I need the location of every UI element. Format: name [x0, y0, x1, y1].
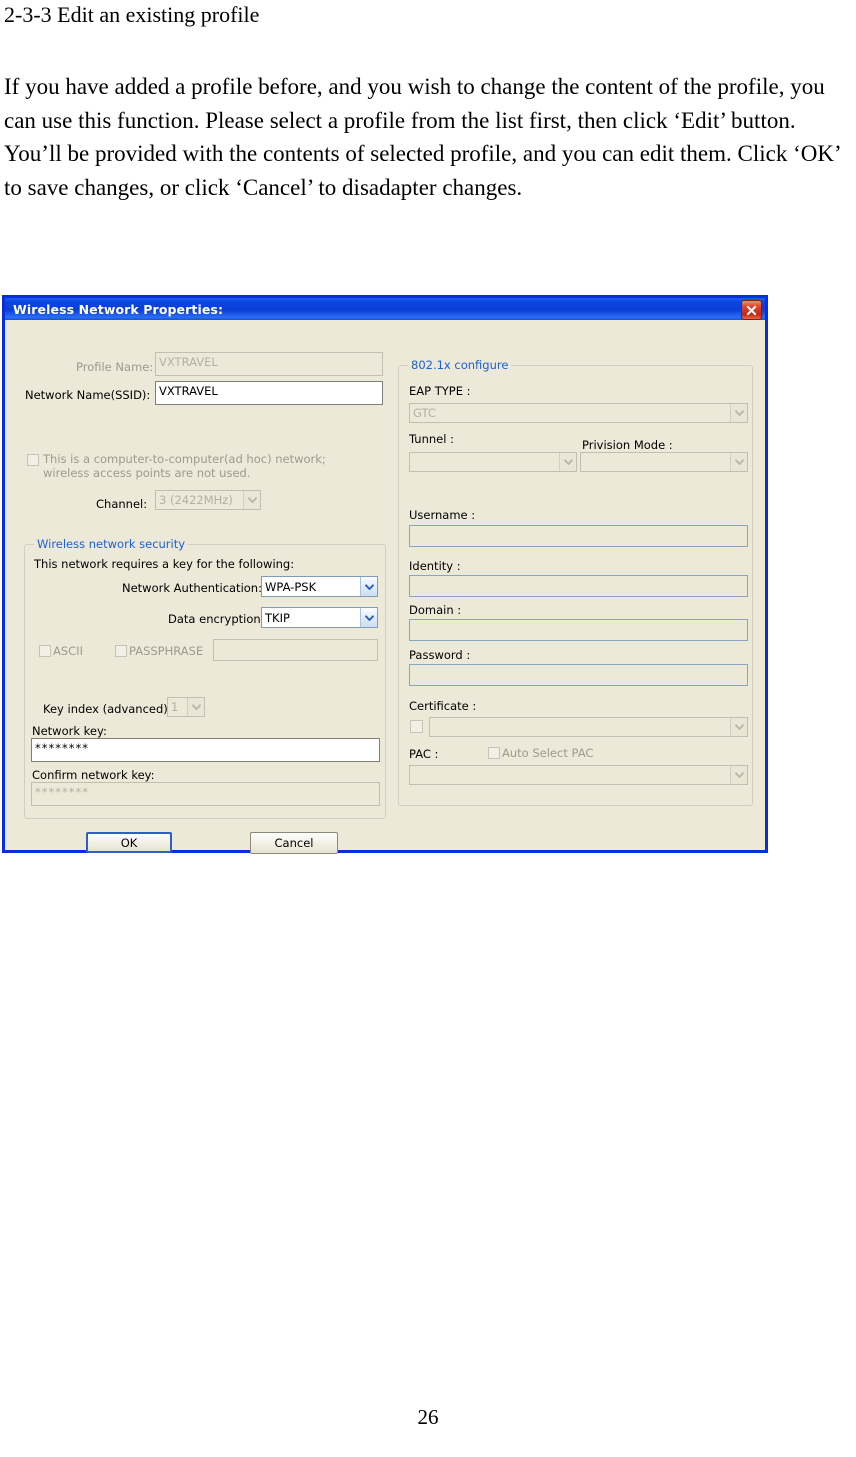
wireless-network-security-title: Wireless network security: [34, 537, 189, 551]
chevron-down-icon: [559, 453, 576, 471]
pac-combobox: [409, 765, 748, 785]
network-authentication-combobox[interactable]: WPA-PSK: [261, 576, 378, 597]
cancel-button[interactable]: Cancel: [250, 832, 338, 854]
channel-combobox: 3 (2422MHz): [155, 490, 261, 510]
provision-mode-combobox: [580, 452, 748, 472]
security-intro-text: This network requires a key for the foll…: [34, 557, 295, 571]
chevron-down-icon: [730, 766, 747, 784]
identity-label: Identity :: [409, 559, 461, 573]
dialog-title: Wireless Network Properties:: [13, 301, 224, 317]
adhoc-label: This is a computer-to-computer(ad hoc) n…: [43, 452, 326, 480]
network-authentication-label: Network Authentication:: [122, 581, 262, 595]
chevron-down-icon: [187, 698, 204, 716]
section-paragraph: If you have added a profile before, and …: [4, 74, 840, 200]
profile-name-field: VXTRAVEL: [155, 352, 383, 376]
dialog-body: Profile Name: VXTRAVEL Network Name(SSID…: [5, 320, 765, 854]
username-input[interactable]: [409, 525, 748, 547]
pac-label: PAC :: [409, 747, 439, 761]
tunnel-combobox: [409, 452, 577, 472]
chevron-down-icon[interactable]: [360, 608, 377, 627]
ssid-input[interactable]: VXTRAVEL: [155, 381, 383, 405]
passphrase-input: [213, 639, 378, 661]
password-input[interactable]: [409, 664, 748, 686]
network-key-label: Network key:: [32, 724, 107, 738]
eap-type-value: GTC: [413, 406, 436, 420]
key-index-label: Key index (advanced):: [43, 702, 172, 716]
chevron-down-icon: [730, 453, 747, 471]
passphrase-label: PASSPHRASE: [129, 644, 204, 658]
domain-input[interactable]: [409, 619, 748, 641]
dialog-titlebar[interactable]: Wireless Network Properties:: [2, 295, 768, 320]
tunnel-label: Tunnel :: [409, 432, 454, 446]
certificate-label: Certificate :: [409, 699, 477, 713]
provision-mode-label: Privision Mode :: [582, 438, 673, 452]
data-encryption-combobox[interactable]: TKIP: [261, 607, 378, 628]
channel-value: 3 (2422MHz): [159, 493, 233, 507]
username-label: Username :: [409, 508, 476, 522]
section-heading: 2-3-3 Edit an existing profile: [4, 2, 260, 27]
key-index-combobox: 1: [167, 697, 205, 717]
certificate-combobox: [429, 717, 748, 737]
ok-button[interactable]: OK: [86, 832, 172, 853]
adhoc-checkbox: [27, 454, 39, 466]
page-number: 26: [417, 1405, 439, 1429]
profile-name-label: Profile Name:: [76, 360, 154, 374]
key-index-value: 1: [171, 700, 179, 714]
close-icon[interactable]: [741, 300, 762, 320]
chevron-down-icon: [730, 718, 747, 736]
ssid-label: Network Name(SSID):: [25, 388, 151, 402]
channel-label: Channel:: [96, 497, 148, 511]
password-label: Password :: [409, 648, 471, 662]
certificate-checkbox: [410, 720, 423, 733]
wireless-network-properties-dialog: Wireless Network Properties: Profile Nam…: [2, 295, 768, 854]
passphrase-checkbox: [115, 645, 127, 657]
eap-type-combobox: GTC: [409, 403, 748, 423]
data-encryption-value: TKIP: [265, 610, 290, 625]
auto-select-pac-checkbox: [488, 747, 500, 759]
confirm-network-key-input: ********: [31, 782, 380, 806]
identity-input[interactable]: [409, 575, 748, 597]
dot1x-configure-title: 802.1x configure: [408, 358, 512, 372]
ascii-checkbox: [39, 645, 51, 657]
data-encryption-label: Data encryption:: [168, 612, 265, 626]
ascii-label: ASCII: [53, 644, 83, 658]
eap-type-label: EAP TYPE :: [409, 384, 471, 398]
network-key-input[interactable]: ********: [31, 738, 380, 762]
network-authentication-value: WPA-PSK: [265, 579, 317, 594]
chevron-down-icon: [730, 404, 747, 422]
chevron-down-icon[interactable]: [360, 577, 377, 596]
chevron-down-icon: [243, 491, 260, 509]
auto-select-pac-label: Auto Select PAC: [502, 746, 594, 760]
confirm-network-key-label: Confirm network key:: [32, 768, 155, 782]
domain-label: Domain :: [409, 603, 462, 617]
